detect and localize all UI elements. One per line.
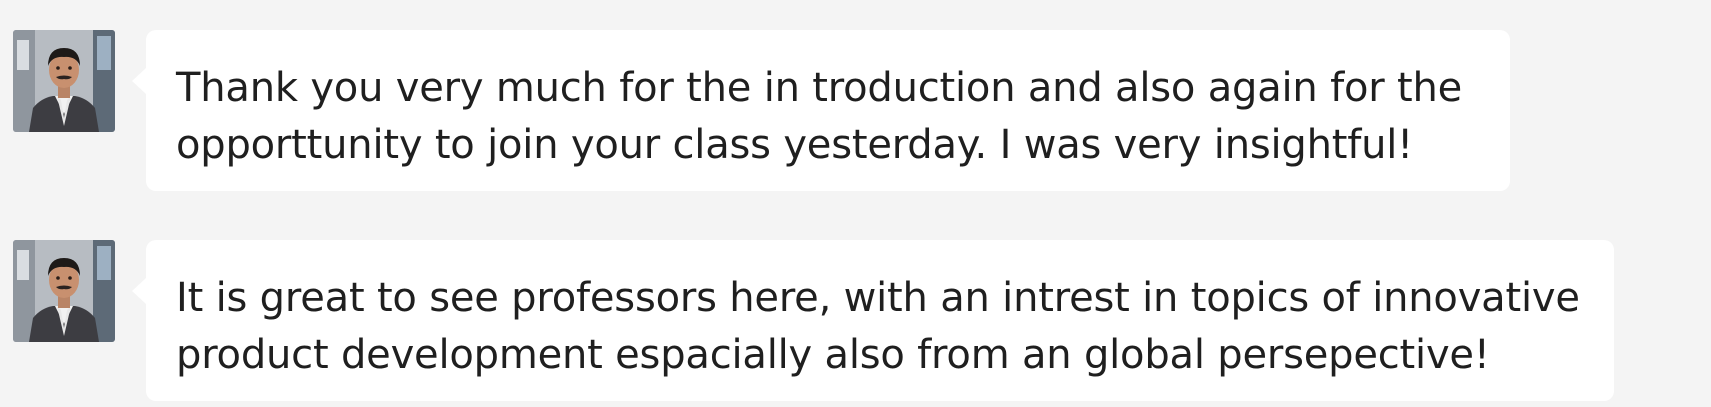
message-text-line: opporttunity to join your class yesterda… <box>176 122 1414 168</box>
avatar[interactable] <box>13 30 115 132</box>
avatar[interactable] <box>13 240 115 342</box>
message-bubble[interactable]: It is great to see professors here, with… <box>132 240 1614 401</box>
user-avatar-photo-icon <box>13 240 115 342</box>
message-bubble[interactable]: Thank you very much for the in troductio… <box>132 30 1510 191</box>
message-text-line: It is great to see professors here, with… <box>176 275 1580 321</box>
message-text-line: product development espacially also from… <box>176 332 1490 378</box>
user-avatar-photo-icon <box>13 30 115 132</box>
message-text-line: Thank you very much for the in troductio… <box>176 65 1463 111</box>
